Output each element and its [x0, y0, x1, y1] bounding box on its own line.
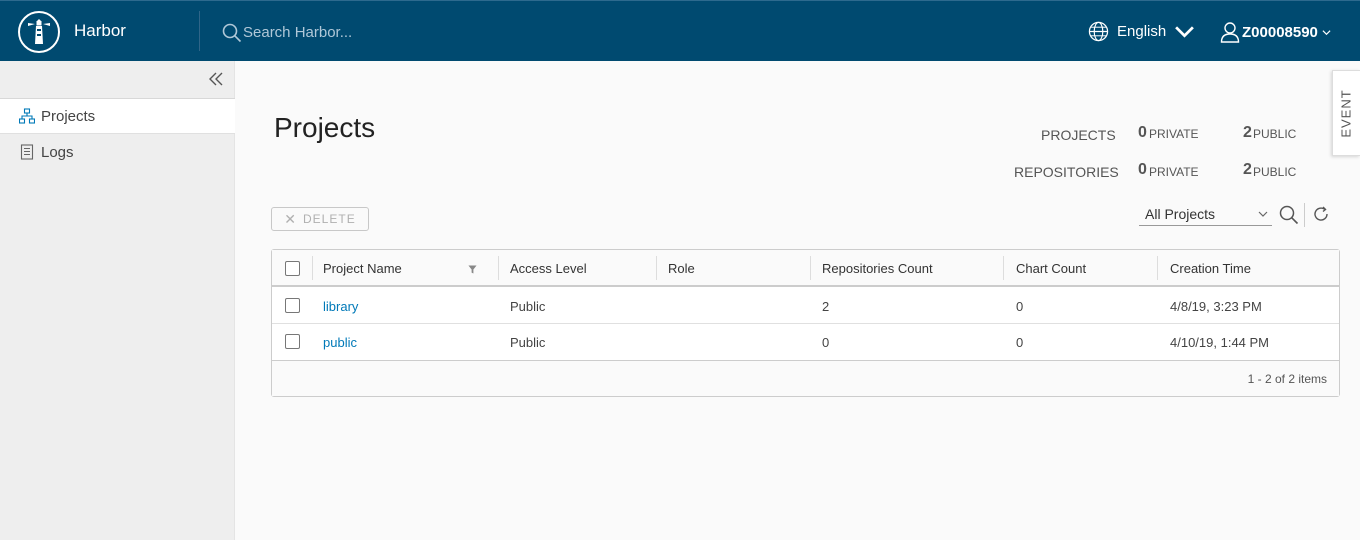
chevron-down-icon: [1175, 26, 1195, 38]
creation-time-cell: 4/10/19, 1:44 PM: [1170, 334, 1270, 350]
project-name-link[interactable]: public: [323, 324, 357, 360]
chevron-down-icon: [1258, 211, 1268, 217]
column-header-project-name[interactable]: Project Name: [323, 250, 402, 286]
search-icon: [222, 23, 242, 43]
projects-public-count: 2: [1243, 124, 1252, 141]
table-row[interactable]: public Public 0 0 4/10/19, 1:44 PM: [272, 324, 1339, 360]
delete-button[interactable]: ✕ DELETE: [271, 207, 369, 231]
search-input[interactable]: [243, 21, 543, 43]
projects-icon: [19, 108, 35, 124]
column-divider: [1157, 256, 1158, 280]
column-header-role[interactable]: Role: [668, 250, 695, 286]
repositories-count-cell: 2: [822, 298, 830, 314]
sidebar-item-logs[interactable]: Logs: [0, 134, 235, 170]
repositories-count-cell: 0: [822, 334, 830, 350]
chart-count-cell: 0: [1016, 334, 1024, 350]
sidebar-item-label: Projects: [41, 107, 96, 125]
delete-label: DELETE: [303, 212, 356, 226]
column-divider: [312, 256, 313, 280]
repos-public-count: 2: [1243, 161, 1252, 178]
public-label: PUBLIC: [1253, 165, 1297, 179]
language-selector[interactable]: English: [1088, 21, 1203, 42]
table-header: Project Name Access Level Role Repositor…: [272, 250, 1339, 287]
project-name-link[interactable]: library: [323, 288, 358, 324]
row-checkbox[interactable]: [285, 298, 300, 313]
filter-value: All Projects: [1145, 206, 1216, 222]
search-icon[interactable]: [1279, 205, 1299, 225]
harbor-logo-icon[interactable]: [18, 11, 60, 53]
logs-icon: [20, 144, 34, 160]
sidebar-item-label: Logs: [41, 143, 74, 161]
private-label: PRIVATE: [1149, 165, 1199, 179]
select-all-checkbox[interactable]: [285, 261, 300, 276]
username: Z00008590: [1242, 23, 1318, 41]
language-label: English: [1117, 23, 1167, 40]
public-label: PUBLIC: [1253, 127, 1297, 141]
column-divider: [498, 256, 499, 280]
sidebar-item-projects[interactable]: Projects: [0, 98, 235, 134]
row-checkbox[interactable]: [285, 334, 300, 349]
page-title: Projects: [274, 112, 376, 143]
table-footer: 1 - 2 of 2 items: [272, 360, 1339, 396]
user-menu[interactable]: Z00008590: [1220, 21, 1331, 43]
collapse-sidebar-icon[interactable]: [207, 70, 225, 88]
column-header-creation-time[interactable]: Creation Time: [1170, 250, 1251, 286]
toolbar-divider: [1304, 203, 1305, 227]
projects-stat-label: PROJECTS: [1041, 127, 1116, 143]
filter-icon[interactable]: [468, 265, 477, 274]
sidebar: Projects Logs: [0, 61, 235, 540]
header-divider: [199, 11, 200, 51]
projects-table: Project Name Access Level Role Repositor…: [271, 249, 1340, 397]
app-title[interactable]: Harbor: [74, 21, 126, 41]
chevron-down-icon: [1322, 29, 1331, 35]
event-tab-label: EVENT: [1339, 88, 1354, 138]
column-divider: [1003, 256, 1004, 280]
repos-private-count: 0: [1138, 161, 1147, 178]
private-label: PRIVATE: [1149, 127, 1199, 141]
close-icon: ✕: [284, 210, 298, 227]
pagination-info: 1 - 2 of 2 items: [1247, 372, 1327, 386]
access-level-cell: Public: [510, 334, 546, 350]
chart-count-cell: 0: [1016, 298, 1024, 314]
creation-time-cell: 4/8/19, 3:23 PM: [1170, 298, 1262, 314]
globe-icon: [1088, 21, 1109, 42]
event-tab[interactable]: EVENT: [1332, 70, 1360, 156]
project-filter-select[interactable]: All Projects: [1139, 204, 1272, 226]
column-header-chart-count[interactable]: Chart Count: [1016, 250, 1086, 286]
repositories-stat-label: REPOSITORIES: [1014, 164, 1119, 180]
column-divider: [656, 256, 657, 280]
top-header: Harbor English Z00008590: [0, 0, 1360, 61]
refresh-icon[interactable]: [1312, 205, 1330, 223]
column-divider: [810, 256, 811, 280]
column-header-repositories-count[interactable]: Repositories Count: [822, 250, 933, 286]
access-level-cell: Public: [510, 298, 546, 314]
user-icon: [1220, 22, 1240, 43]
projects-private-count: 0: [1138, 124, 1147, 141]
table-row[interactable]: library Public 2 0 4/8/19, 3:23 PM: [272, 288, 1339, 324]
column-header-access-level[interactable]: Access Level: [510, 250, 587, 286]
